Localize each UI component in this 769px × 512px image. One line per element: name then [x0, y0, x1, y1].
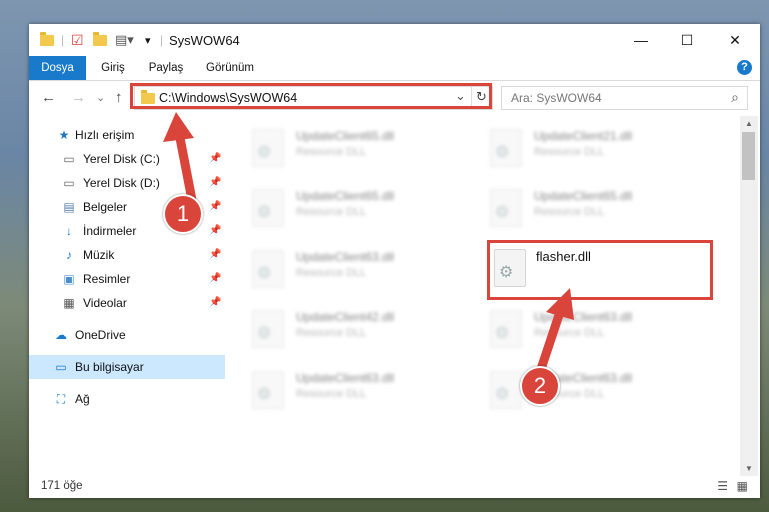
arrow-1-head [163, 112, 194, 142]
arrow-2 [535, 307, 565, 377]
arrow-2-head [546, 288, 574, 320]
step-1-badge: 1 [163, 194, 203, 234]
annotation-arrows [163, 112, 574, 377]
arrow-1 [175, 133, 197, 205]
step-2-badge: 2 [520, 366, 560, 406]
